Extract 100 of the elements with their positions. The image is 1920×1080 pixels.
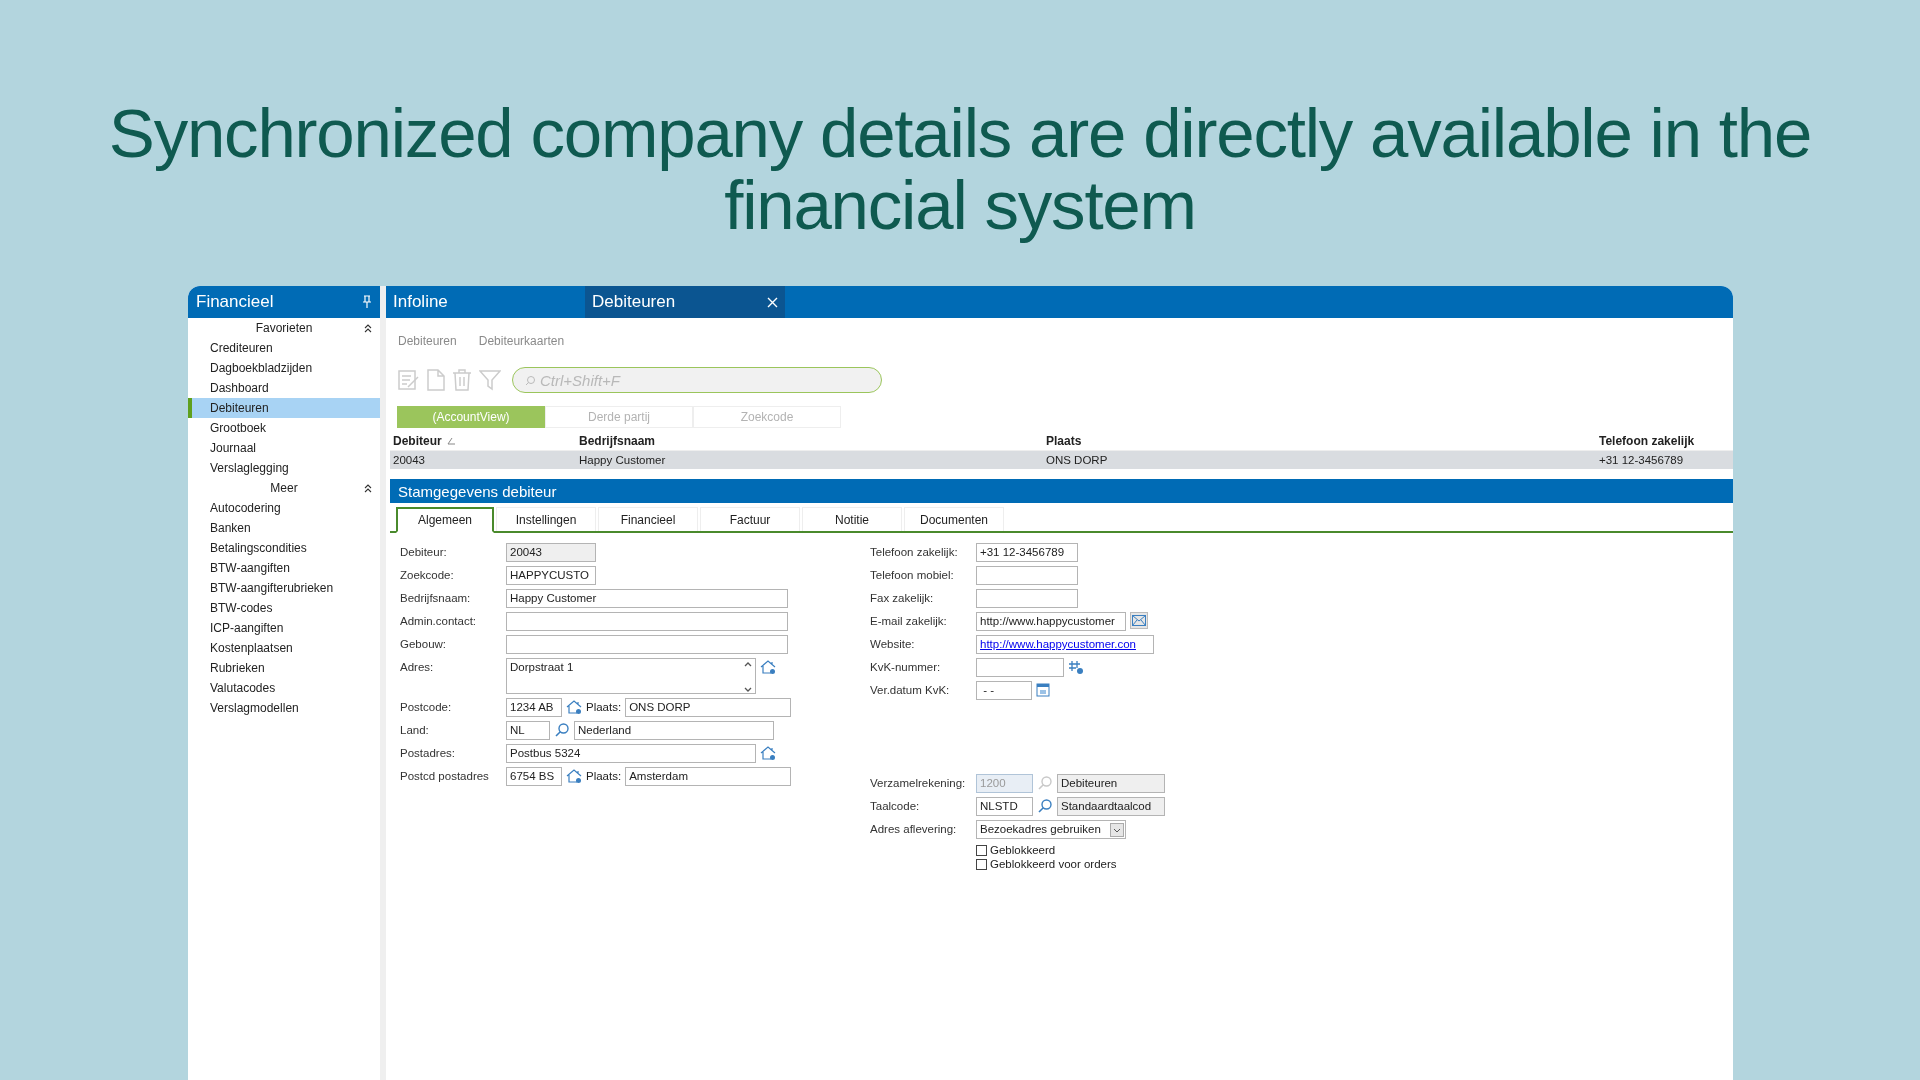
pin-icon[interactable] xyxy=(362,295,372,309)
calendar-icon[interactable] xyxy=(1036,682,1050,697)
app-tab[interactable]: Infoline xyxy=(386,286,585,318)
sidebar-item[interactable]: BTW-aangifterubrieken xyxy=(188,578,380,598)
mail-button[interactable] xyxy=(1130,612,1148,629)
column-header[interactable]: Debiteur xyxy=(390,434,576,448)
sidebar-item[interactable]: Autocodering xyxy=(188,498,380,518)
search-icon xyxy=(525,374,536,386)
sidebar-item[interactable]: Verslagmodellen xyxy=(188,698,380,718)
table-row[interactable]: 20043 Happy Customer ONS DORP +31 12-3456789 xyxy=(390,451,1733,469)
postcode-field[interactable]: 1234 AB xyxy=(506,698,562,717)
section-header: Stamgegevens debiteur xyxy=(390,479,1733,503)
input-field[interactable]: HAPPYCUSTO xyxy=(506,566,596,585)
city-field[interactable]: Amsterdam xyxy=(625,767,792,786)
headline: Synchronized company details are directly available in the financial system xyxy=(107,98,1813,246)
input-field[interactable]: +31 12-3456789 xyxy=(976,543,1078,562)
breadcrumb-link[interactable]: Debiteurkaarten xyxy=(478,334,565,354)
collapse-icon[interactable] xyxy=(364,484,372,493)
form-tab[interactable]: Algemeen xyxy=(396,507,494,533)
sidebar-item[interactable]: BTW-codes xyxy=(188,598,380,618)
field-label: Telefoon mobiel: xyxy=(870,568,955,583)
hash-check-icon[interactable] xyxy=(1068,659,1084,675)
input-field[interactable]: 20043 xyxy=(506,543,596,562)
input-field[interactable] xyxy=(506,612,788,631)
date-field[interactable]: - - xyxy=(976,681,1032,700)
sidebar-item[interactable]: Crediteuren xyxy=(188,338,380,358)
section-header[interactable]: Meer xyxy=(188,478,380,498)
name-field[interactable]: Standaardtaalcod xyxy=(1057,797,1165,816)
input-field[interactable]: Happy Customer xyxy=(506,589,788,608)
field-label: KvK-nummer: xyxy=(870,660,942,675)
sidebar-title: Financieel xyxy=(196,292,274,312)
form-tab[interactable]: Notitie xyxy=(802,507,902,531)
column-header[interactable]: Plaats xyxy=(1043,434,1596,448)
form-tab[interactable]: Instellingen xyxy=(496,507,596,531)
field-label: Adres: xyxy=(400,660,435,675)
input-field[interactable] xyxy=(506,635,788,654)
form-tab[interactable]: Factuur xyxy=(700,507,800,531)
field-label: E-mail zakelijk: xyxy=(870,614,948,629)
sidebar-item[interactable]: Grootboek xyxy=(188,418,380,438)
checkbox[interactable]: Geblokkeerd voor orders xyxy=(976,857,1165,871)
breadcrumb-link[interactable]: Debiteuren xyxy=(398,334,457,354)
field-label: Postadres: xyxy=(400,746,456,761)
sidebar-item[interactable]: Banken xyxy=(188,518,380,538)
house-check-icon[interactable] xyxy=(760,745,776,761)
sidebar-item[interactable]: Dagboekbladzijden xyxy=(188,358,380,378)
website-field[interactable]: http://www.happycustomer.con xyxy=(976,635,1154,654)
field-label: Land: xyxy=(400,723,430,738)
collapse-icon[interactable] xyxy=(364,324,372,333)
input-field[interactable]: Postbus 5324 xyxy=(506,744,756,763)
code-field[interactable]: NL xyxy=(506,721,550,740)
field-label: Admin.contact: xyxy=(400,614,478,629)
field-label: Postcode: xyxy=(400,700,453,715)
field-label: Fax zakelijk: xyxy=(870,591,935,606)
sidebar-item[interactable]: Journaal xyxy=(188,438,380,458)
field-label: Bedrijfsnaam: xyxy=(400,591,472,606)
field-label: Plaats: xyxy=(586,769,622,784)
caret-icon[interactable] xyxy=(1110,822,1124,837)
house-check-icon[interactable] xyxy=(760,659,776,675)
column-header[interactable]: Telefoon zakelijk xyxy=(1596,434,1733,448)
checkbox[interactable]: Geblokkeerd xyxy=(976,843,1165,857)
name-field[interactable]: Nederland xyxy=(574,721,774,740)
table-cell-text: +31 12-3456789 xyxy=(1598,454,1685,466)
sidebar-item[interactable]: Betalingscondities xyxy=(188,538,380,558)
dropdown[interactable]: Bezoekadres gebruiken xyxy=(976,820,1126,839)
sidebar-item[interactable]: Valutacodes xyxy=(188,678,380,698)
sidebar-item[interactable]: Rubrieken xyxy=(188,658,380,678)
app-tab[interactable]: Debiteuren xyxy=(585,286,785,318)
sidebar-item[interactable]: Verslaglegging xyxy=(188,458,380,478)
input-field[interactable] xyxy=(976,589,1078,608)
field-label: Taalcode: xyxy=(870,799,921,814)
close-icon[interactable] xyxy=(767,296,778,308)
city-field[interactable]: ONS DORP xyxy=(625,698,792,717)
search-icon[interactable] xyxy=(1037,798,1053,814)
table-cell-text: Happy Customer xyxy=(578,454,667,466)
sidebar-item[interactable]: ICP-aangiften xyxy=(188,618,380,638)
address-field[interactable]: Dorpstraat 1 xyxy=(506,658,756,694)
sidebar-item[interactable]: BTW-aangiften xyxy=(188,558,380,578)
form-tab[interactable]: Financieel xyxy=(598,507,698,531)
input-field[interactable] xyxy=(976,658,1064,677)
field-label: Postcd postadres xyxy=(400,769,490,784)
sidebar-item[interactable]: Debiteuren xyxy=(188,398,380,418)
field-label: Verzamelrekening: xyxy=(870,776,967,791)
column-header[interactable]: Bedrijfsnaam xyxy=(576,434,1043,448)
field-label: Plaats: xyxy=(586,700,622,715)
form-tab[interactable]: Documenten xyxy=(904,507,1004,531)
code-field[interactable]: NLSTD xyxy=(976,797,1033,816)
field-label: Gebouw: xyxy=(400,637,448,652)
input-field[interactable] xyxy=(976,566,1078,585)
field-label: Debiteur: xyxy=(400,545,448,560)
field-label: Adres aflevering: xyxy=(870,822,958,837)
field-label: Telefoon zakelijk: xyxy=(870,545,959,560)
email-field[interactable]: http://www.happycustomer xyxy=(976,612,1126,631)
section-header[interactable]: Favorieten xyxy=(188,318,380,338)
search-icon[interactable] xyxy=(554,722,570,738)
sidebar-item[interactable]: Kostenplaatsen xyxy=(188,638,380,658)
postcode-field[interactable]: 6754 BS xyxy=(506,767,562,786)
field-label: Website: xyxy=(870,637,916,652)
house-check-icon[interactable] xyxy=(566,699,582,715)
house-check-icon[interactable] xyxy=(566,768,582,784)
sidebar-item[interactable]: Dashboard xyxy=(188,378,380,398)
